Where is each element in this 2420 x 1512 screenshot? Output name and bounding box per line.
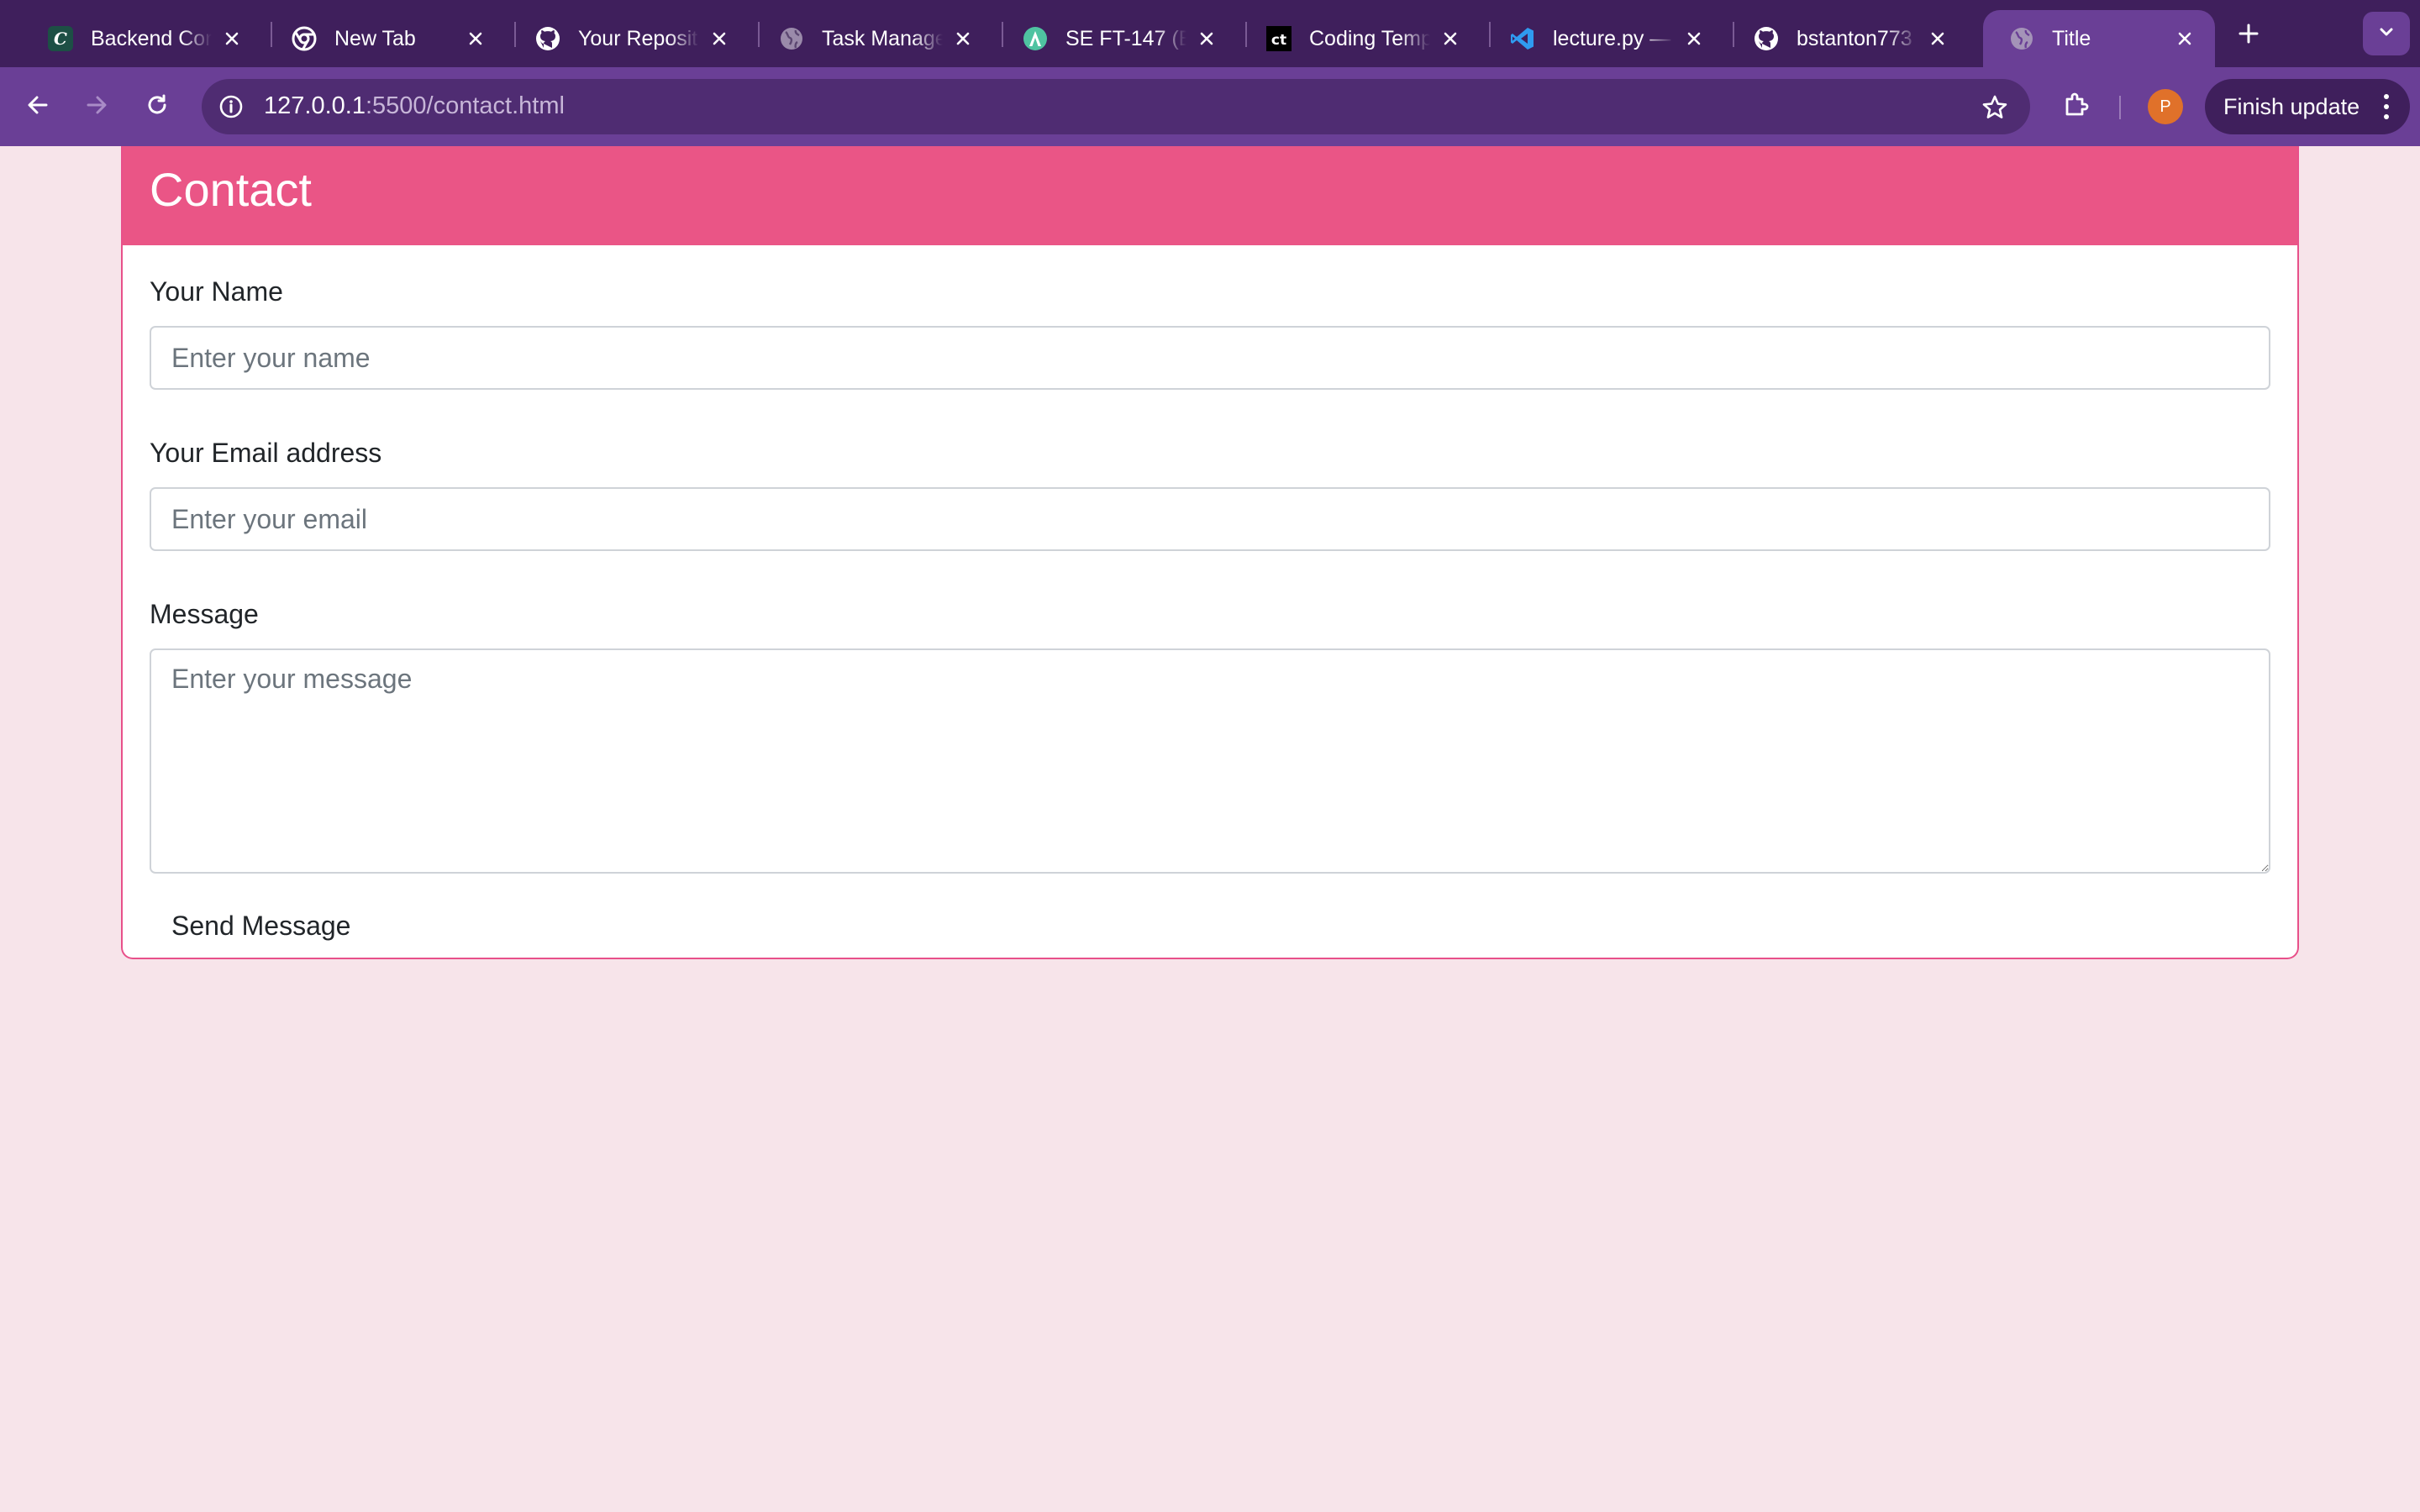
tab-new-tab[interactable]: New Tab — [266, 10, 506, 67]
svg-text:C: C — [54, 29, 67, 49]
contact-card: Contact Your Name Your Email address Mes… — [121, 146, 2299, 959]
tab-title-active[interactable]: Title — [1983, 10, 2215, 67]
email-label: Your Email address — [150, 438, 382, 468]
tab-title: Your Reposit — [578, 26, 698, 50]
app-icon — [1022, 25, 1049, 52]
vscode-icon — [1509, 25, 1536, 52]
reload-icon — [145, 92, 170, 122]
close-icon[interactable] — [462, 25, 489, 52]
reload-button[interactable] — [136, 86, 178, 128]
tab-title: Title — [2052, 26, 2091, 50]
bookmark-star-icon[interactable] — [1978, 91, 2012, 124]
chrome-icon — [291, 25, 318, 52]
tab-coding-temple[interactable]: ct Coding Temp — [1240, 10, 1481, 67]
url-path: :5500/contact.html — [365, 92, 565, 119]
site-info-icon[interactable] — [213, 89, 249, 124]
more-menu-icon[interactable] — [2378, 92, 2395, 121]
message-label: Message — [150, 599, 259, 629]
url-text[interactable]: 127.0.0.1:5500/contact.html — [264, 92, 565, 120]
puzzle-icon — [2062, 91, 2091, 123]
close-icon[interactable] — [218, 25, 245, 52]
url-host: 127.0.0.1 — [264, 92, 366, 119]
browser-tab-strip: C Backend Cor New Tab Your Reposit Task … — [0, 0, 2420, 67]
plus-icon — [2238, 23, 2260, 49]
globe-icon — [778, 25, 805, 52]
message-textarea[interactable] — [150, 648, 2270, 874]
card-header: Contact — [123, 146, 2297, 245]
svg-text:ct: ct — [1271, 32, 1286, 49]
tab-title: bstanton773 — [1797, 26, 1912, 50]
name-input[interactable] — [150, 326, 2270, 390]
close-icon[interactable] — [1924, 25, 1951, 52]
tab-task-manager[interactable]: Task Manage — [753, 10, 993, 67]
finish-update-label: Finish update — [2223, 93, 2360, 119]
address-bar[interactable]: 127.0.0.1:5500/contact.html — [202, 79, 2030, 134]
tab-bstanton773[interactable]: bstanton773 — [1728, 10, 1968, 67]
contact-form: Your Name Your Email address Message Sen… — [123, 245, 2297, 950]
tab-title: Task Manage — [822, 26, 943, 50]
ct-icon: ct — [1265, 25, 1292, 52]
tab-title: New Tab — [334, 26, 416, 50]
tab-title: lecture.py — — [1553, 26, 1671, 50]
forward-button[interactable] — [76, 86, 118, 128]
finish-update-button[interactable]: Finish update — [2205, 79, 2410, 134]
email-input[interactable] — [150, 487, 2270, 551]
arrow-right-icon — [84, 92, 109, 122]
tab-title: Coding Temp — [1309, 26, 1430, 50]
arrow-left-icon — [25, 92, 50, 122]
extensions-button[interactable] — [2055, 86, 2097, 128]
new-tab-button[interactable] — [2232, 18, 2265, 52]
close-icon[interactable] — [950, 25, 976, 52]
name-label: Your Name — [150, 276, 283, 307]
close-icon[interactable] — [1437, 25, 1464, 52]
close-icon[interactable] — [2171, 25, 2198, 52]
close-icon[interactable] — [706, 25, 733, 52]
tab-search-button[interactable] — [2363, 12, 2410, 55]
close-icon[interactable] — [1193, 25, 1220, 52]
tab-title: Backend Cor — [91, 26, 212, 50]
tab-backend[interactable]: C Backend Cor — [22, 10, 262, 67]
page-title: Contact — [150, 163, 312, 216]
coding-temple-c-icon: C — [47, 25, 74, 52]
globe-icon — [2008, 25, 2035, 52]
tab-se-ft-147[interactable]: SE FT-147 (B — [997, 10, 1237, 67]
toolbar-divider — [2119, 96, 2121, 119]
avatar[interactable]: P — [2148, 89, 2183, 124]
github-icon — [534, 25, 561, 52]
chevron-down-icon — [2377, 23, 2396, 45]
tab-your-repositories[interactable]: Your Reposit — [509, 10, 750, 67]
tab-title: SE FT-147 (B — [1065, 26, 1186, 50]
close-icon[interactable] — [1681, 25, 1707, 52]
github-icon — [1753, 25, 1780, 52]
send-message-button[interactable]: Send Message — [150, 902, 372, 950]
browser-toolbar: 127.0.0.1:5500/contact.html P Finish upd… — [0, 67, 2420, 146]
back-button[interactable] — [17, 86, 59, 128]
tab-lecture-py[interactable]: lecture.py — — [1484, 10, 1724, 67]
